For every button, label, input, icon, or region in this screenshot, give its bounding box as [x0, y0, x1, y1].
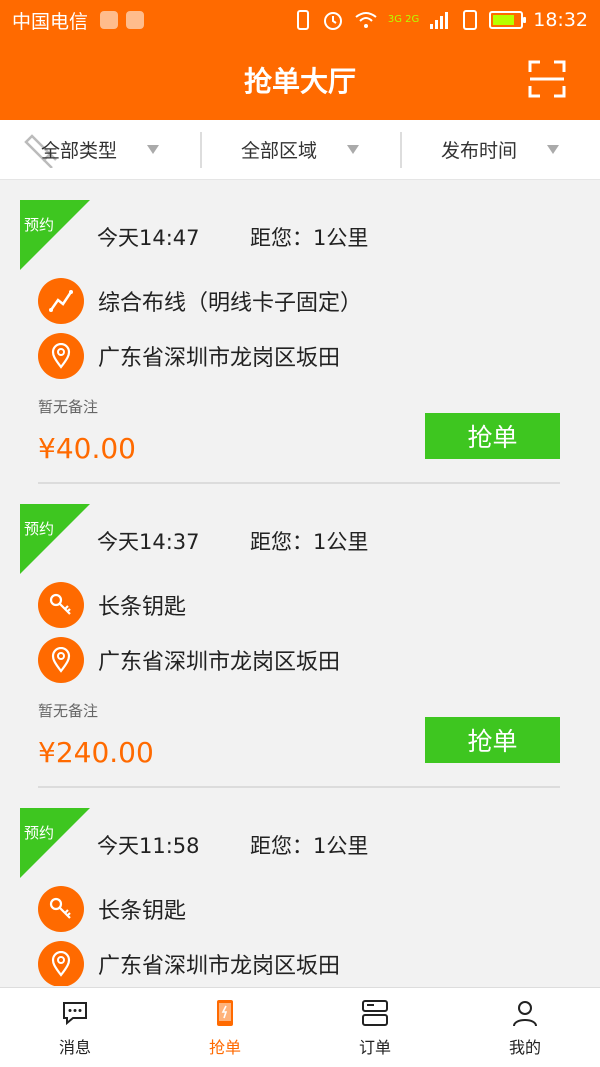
wifi-icon [355, 12, 377, 28]
location-pin-icon [38, 637, 84, 683]
remark-text: 暂无备注 [38, 702, 99, 720]
filter-type[interactable]: 全部类型 [0, 120, 200, 179]
address-text: 广东省深圳市龙岗区坂田 [98, 346, 341, 371]
page-title: 抢单大厅 [243, 65, 356, 98]
tag-label: 预约 [24, 520, 55, 538]
grab-order-button[interactable]: 抢单 [425, 413, 560, 459]
tab-profile[interactable]: 我的 [450, 988, 600, 1067]
order-card[interactable]: 预约 今天14:37 距您：1公里 长条钥匙 广东省深圳市龙岗区坂田 暂无备注 … [0, 484, 600, 788]
filter-time-label: 发布时间 [440, 140, 517, 162]
address-text: 广东省深圳市龙岗区坂田 [98, 650, 341, 675]
chevron-down-icon [347, 145, 359, 154]
grab-order-button[interactable]: 抢单 [425, 717, 560, 763]
signal-icon [430, 12, 449, 29]
address-text: 广东省深圳市龙岗区坂田 [98, 954, 341, 979]
phone-icon [217, 999, 233, 1026]
order-distance: 距您：1公里 [250, 530, 369, 554]
order-price: ¥240.00 [38, 736, 154, 769]
order-distance: 距您：1公里 [250, 834, 369, 858]
filter-area-label: 全部区域 [240, 140, 317, 162]
address-row: 广东省深圳市龙岗区坂田 [38, 333, 340, 379]
bottom-tab-bar: 消息 抢单 订单 我的 [0, 987, 600, 1067]
order-time: 今天14:37 [97, 530, 200, 554]
filter-time[interactable]: 发布时间 [400, 120, 600, 179]
address-row: 广东省深圳市龙岗区坂田 [38, 637, 340, 683]
tag-label: 预约 [24, 216, 55, 234]
service-row: 长条钥匙 [38, 582, 186, 628]
app-header: 抢单大厅 [0, 40, 600, 120]
service-row: 综合布线（明线卡子固定） [38, 278, 362, 324]
tab-label: 订单 [358, 1037, 391, 1057]
network-type: 3G 2G [387, 14, 420, 25]
tag-ribbon: 预约 [20, 504, 90, 574]
battery-icon [489, 11, 527, 29]
service-name: 长条钥匙 [98, 595, 187, 620]
tag-label: 预约 [24, 824, 55, 842]
clock: 18:32 [533, 9, 588, 31]
filter-bar: 全部类型 全部区域 发布时间 [0, 120, 600, 180]
orders-icon [362, 999, 388, 1026]
message-icon [63, 1001, 87, 1025]
tab-label: 我的 [508, 1037, 541, 1057]
order-time: 今天14:47 [97, 226, 200, 250]
key-icon [38, 582, 84, 628]
carrier-name: 中国电信 [12, 10, 89, 33]
scan-icon[interactable] [528, 60, 566, 98]
location-pin-icon [38, 941, 84, 986]
tab-label: 抢单 [208, 1037, 241, 1057]
chevron-down-icon [147, 145, 159, 154]
tab-orders[interactable]: 订单 [300, 988, 450, 1067]
service-row: 长条钥匙 [38, 886, 186, 932]
order-list[interactable]: 预约 今天14:47 距您：1公里 综合布线（明线卡子固定） 广东省深圳市龙岗区… [0, 180, 600, 986]
vibrate-icon [296, 10, 309, 30]
service-name: 综合布线（明线卡子固定） [98, 291, 363, 316]
user-icon [513, 1000, 537, 1026]
filter-area[interactable]: 全部区域 [200, 120, 400, 179]
key-icon [38, 886, 84, 932]
tab-messages[interactable]: 消息 [0, 988, 150, 1067]
order-card[interactable]: 预约 今天11:58 距您：1公里 长条钥匙 广东省深圳市龙岗区坂田 [0, 788, 600, 986]
wiring-icon [38, 278, 84, 324]
tag-ribbon: 预约 [20, 200, 90, 270]
service-name: 长条钥匙 [98, 899, 187, 924]
order-time: 今天11:58 [97, 834, 200, 858]
android-icon [126, 11, 145, 29]
address-row: 广东省深圳市龙岗区坂田 [38, 941, 340, 986]
tab-grab-orders[interactable]: 抢单 [150, 988, 300, 1067]
order-card[interactable]: 预约 今天14:47 距您：1公里 综合布线（明线卡子固定） 广东省深圳市龙岗区… [0, 180, 600, 484]
remark-text: 暂无备注 [38, 398, 99, 416]
sim-card-icon [463, 10, 478, 30]
chevron-down-icon [547, 145, 559, 154]
status-bar: 中国电信 3G 2G 18:32 [0, 0, 600, 40]
alarm-icon [323, 12, 342, 30]
order-price: ¥40.00 [38, 432, 136, 465]
location-service-icon [100, 11, 119, 29]
tab-label: 消息 [58, 1037, 91, 1057]
tag-ribbon: 预约 [20, 808, 90, 878]
location-pin-icon [38, 333, 84, 379]
order-distance: 距您：1公里 [250, 226, 369, 250]
filter-type-label: 全部类型 [40, 140, 117, 162]
